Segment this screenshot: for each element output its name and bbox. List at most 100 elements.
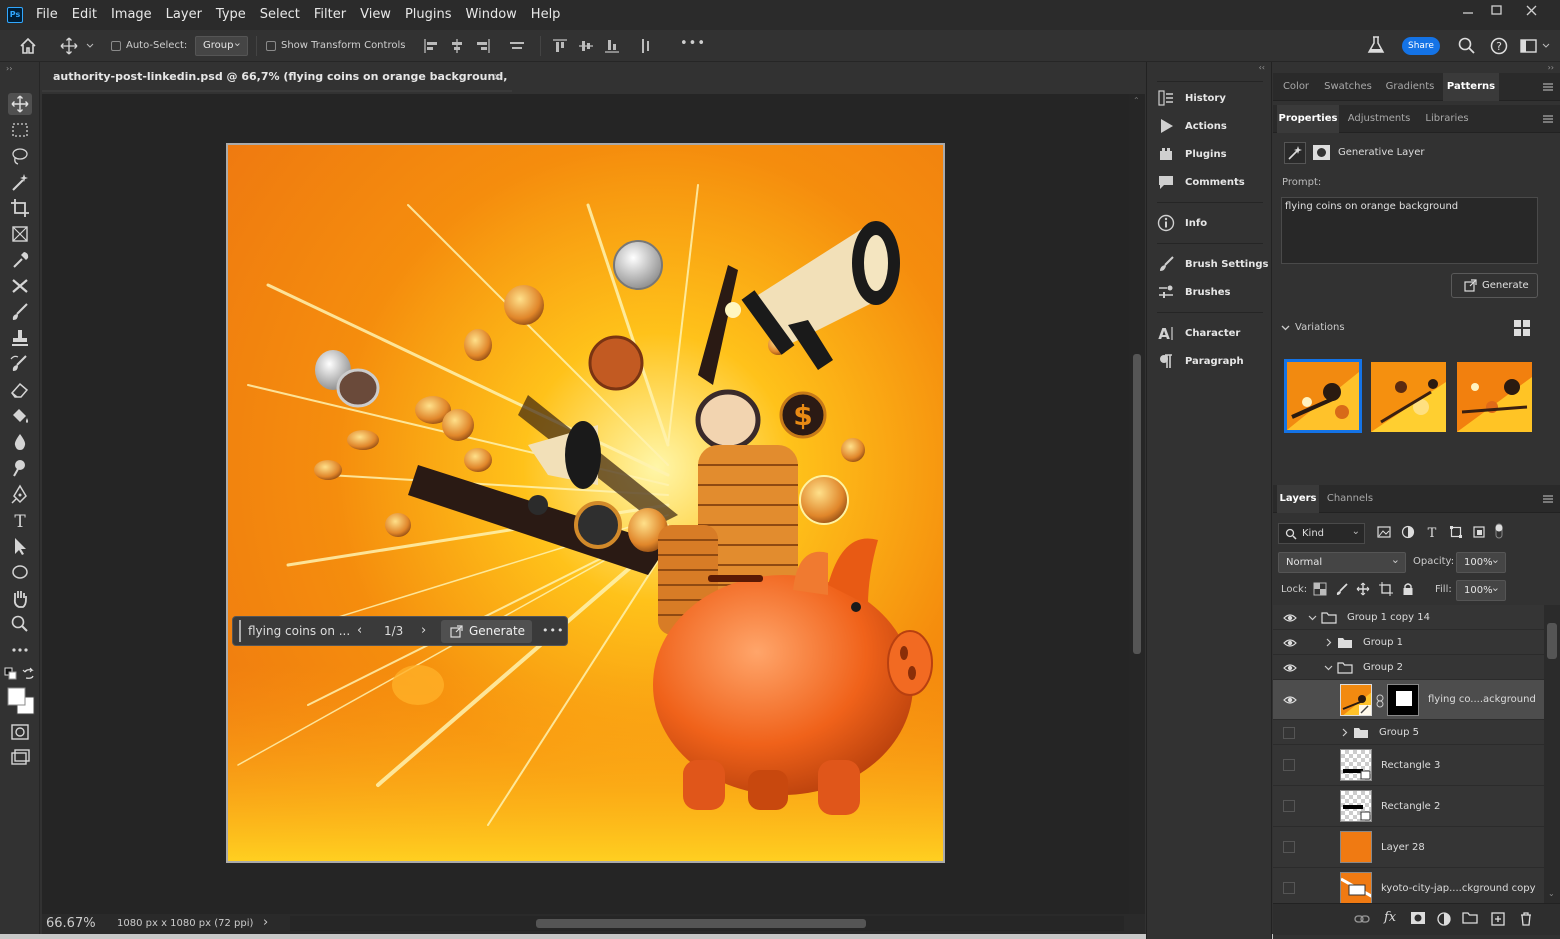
- ellipse-tool-icon[interactable]: [8, 561, 32, 583]
- tab-properties[interactable]: Properties: [1277, 105, 1339, 133]
- filter-adjustment-icon[interactable]: [1401, 525, 1415, 539]
- visibility-toggle-empty[interactable]: [1283, 800, 1295, 812]
- grid-view-icon[interactable]: [1513, 319, 1531, 337]
- blur-tool-icon[interactable]: [8, 431, 32, 453]
- chevron-down-icon[interactable]: [1324, 663, 1333, 672]
- add-mask-icon[interactable]: [1410, 911, 1426, 925]
- zoom-tool-icon[interactable]: [8, 613, 32, 635]
- share-button[interactable]: Share: [1402, 37, 1440, 55]
- scroll-down-icon[interactable]: ⌄: [1548, 889, 1555, 898]
- swap-colors-icon[interactable]: [22, 667, 36, 681]
- panel-menu-icon[interactable]: [1542, 81, 1554, 93]
- variation-thumbnail-1[interactable]: [1284, 359, 1362, 433]
- align-right-icon[interactable]: [474, 37, 492, 55]
- visibility-toggle-empty[interactable]: [1283, 727, 1295, 739]
- layers-scroll-thumb[interactable]: [1547, 623, 1557, 659]
- search-icon[interactable]: [1457, 36, 1477, 56]
- tab-layers[interactable]: Layers: [1277, 485, 1319, 513]
- layer-row[interactable]: Group 5: [1273, 720, 1544, 745]
- paint-bucket-tool-icon[interactable]: [8, 405, 32, 427]
- type-tool-icon[interactable]: T: [8, 509, 32, 531]
- visibility-toggle-empty[interactable]: [1283, 759, 1295, 771]
- variation-thumbnail-2[interactable]: [1371, 362, 1446, 432]
- variations-section-toggle[interactable]: Variations: [1281, 322, 1345, 333]
- expand-dock-icon[interactable]: ‹‹: [1259, 63, 1265, 72]
- blend-mode-dropdown[interactable]: Normal: [1278, 550, 1406, 573]
- move-tool-icon[interactable]: [8, 93, 32, 115]
- task-bar-prompt-field[interactable]: flying coins on ...: [239, 620, 351, 642]
- visibility-toggle-empty[interactable]: [1283, 882, 1295, 894]
- chevron-right-icon[interactable]: [1340, 728, 1349, 737]
- menu-view[interactable]: View: [360, 0, 391, 30]
- dock-paragraph[interactable]: Paragraph: [1157, 351, 1244, 371]
- align-middle-icon[interactable]: [577, 37, 595, 55]
- auto-select-checkbox[interactable]: Auto-Select:: [111, 40, 187, 51]
- layer-row[interactable]: Group 2: [1273, 655, 1544, 680]
- fx-icon[interactable]: fx: [1384, 910, 1396, 925]
- show-transform-controls-checkbox[interactable]: Show Transform Controls: [266, 40, 405, 51]
- edit-toolbar-icon[interactable]: [8, 639, 32, 661]
- tab-libraries[interactable]: Libraries: [1419, 105, 1475, 133]
- collapse-toolbar-icon[interactable]: ››: [6, 64, 12, 73]
- align-left-icon[interactable]: [422, 37, 440, 55]
- properties-generate-button[interactable]: Generate: [1451, 273, 1538, 298]
- home-icon[interactable]: [18, 36, 38, 56]
- close-document-icon[interactable]: ×: [493, 62, 502, 92]
- panel-menu-icon[interactable]: [1542, 493, 1554, 505]
- visibility-eye-icon[interactable]: [1283, 611, 1297, 625]
- filter-smart-object-icon[interactable]: [1472, 525, 1486, 539]
- hand-tool-icon[interactable]: [8, 587, 32, 609]
- filter-pixel-icon[interactable]: [1377, 525, 1391, 539]
- tab-adjustments[interactable]: Adjustments: [1341, 105, 1417, 133]
- move-tool-preset-icon[interactable]: [60, 36, 96, 56]
- opacity-field[interactable]: 100%: [1456, 550, 1506, 573]
- prompt-textarea[interactable]: flying coins on orange background: [1281, 197, 1538, 264]
- dodge-tool-icon[interactable]: [8, 457, 32, 479]
- new-layer-icon[interactable]: [1490, 911, 1506, 927]
- lasso-tool-icon[interactable]: [8, 145, 32, 167]
- panel-menu-icon[interactable]: [1542, 113, 1554, 125]
- menu-image[interactable]: Image: [111, 0, 152, 30]
- link-layers-icon[interactable]: [1354, 912, 1370, 926]
- new-group-icon[interactable]: [1462, 911, 1478, 925]
- menu-edit[interactable]: Edit: [72, 0, 97, 30]
- dock-brush-settings[interactable]: Brush Settings: [1157, 254, 1268, 274]
- lock-pixels-icon[interactable]: [1335, 582, 1349, 596]
- dock-info[interactable]: Info: [1157, 213, 1207, 233]
- menu-help[interactable]: Help: [531, 0, 561, 30]
- fill-field[interactable]: 100%: [1456, 578, 1506, 601]
- auto-select-target-dropdown[interactable]: Group: [195, 34, 248, 56]
- visibility-eye-icon[interactable]: [1283, 636, 1297, 650]
- eyedropper-tool-icon[interactable]: [8, 249, 32, 271]
- menu-type[interactable]: Type: [216, 0, 246, 30]
- menu-filter[interactable]: Filter: [314, 0, 346, 30]
- layer-mask-thumbnail[interactable]: [1387, 684, 1419, 716]
- dock-plugins[interactable]: Plugins: [1157, 144, 1227, 164]
- path-selection-tool-icon[interactable]: [8, 535, 32, 557]
- vertical-scroll-thumb[interactable]: [1133, 354, 1141, 654]
- collapse-panels-icon[interactable]: ››: [1548, 63, 1554, 72]
- align-top-icon[interactable]: [551, 37, 569, 55]
- dock-character[interactable]: A Character: [1157, 323, 1240, 343]
- crop-tool-icon[interactable]: [8, 197, 32, 219]
- dock-history[interactable]: History: [1157, 88, 1226, 108]
- filter-shape-icon[interactable]: [1449, 525, 1463, 539]
- layer-row[interactable]: kyoto-city-jap....ckground copy: [1273, 868, 1544, 904]
- color-swatches-icon[interactable]: [6, 686, 36, 716]
- layer-row[interactable]: Rectangle 2: [1273, 786, 1544, 827]
- default-colors-icon[interactable]: [4, 667, 18, 681]
- menu-select[interactable]: Select: [260, 0, 300, 30]
- eraser-tool-icon[interactable]: [8, 379, 32, 401]
- menu-window[interactable]: Window: [466, 0, 517, 30]
- scroll-up-icon[interactable]: ⌃: [1133, 96, 1140, 105]
- distribute-vertical-icon[interactable]: [637, 37, 655, 55]
- menu-plugins[interactable]: Plugins: [405, 0, 452, 30]
- zoom-level[interactable]: 66.67%: [46, 916, 96, 931]
- document-tab[interactable]: authority-post-linkedin.psd @ 66,7% (fly…: [42, 62, 512, 113]
- menu-layer[interactable]: Layer: [166, 0, 202, 30]
- layer-row[interactable]: Group 1 copy 14: [1273, 605, 1544, 630]
- menu-file[interactable]: File: [36, 0, 58, 30]
- vertical-scrollbar[interactable]: ⌃: [1129, 94, 1145, 914]
- filter-toggle-icon[interactable]: [1493, 522, 1505, 540]
- magic-wand-tool-icon[interactable]: [8, 171, 32, 193]
